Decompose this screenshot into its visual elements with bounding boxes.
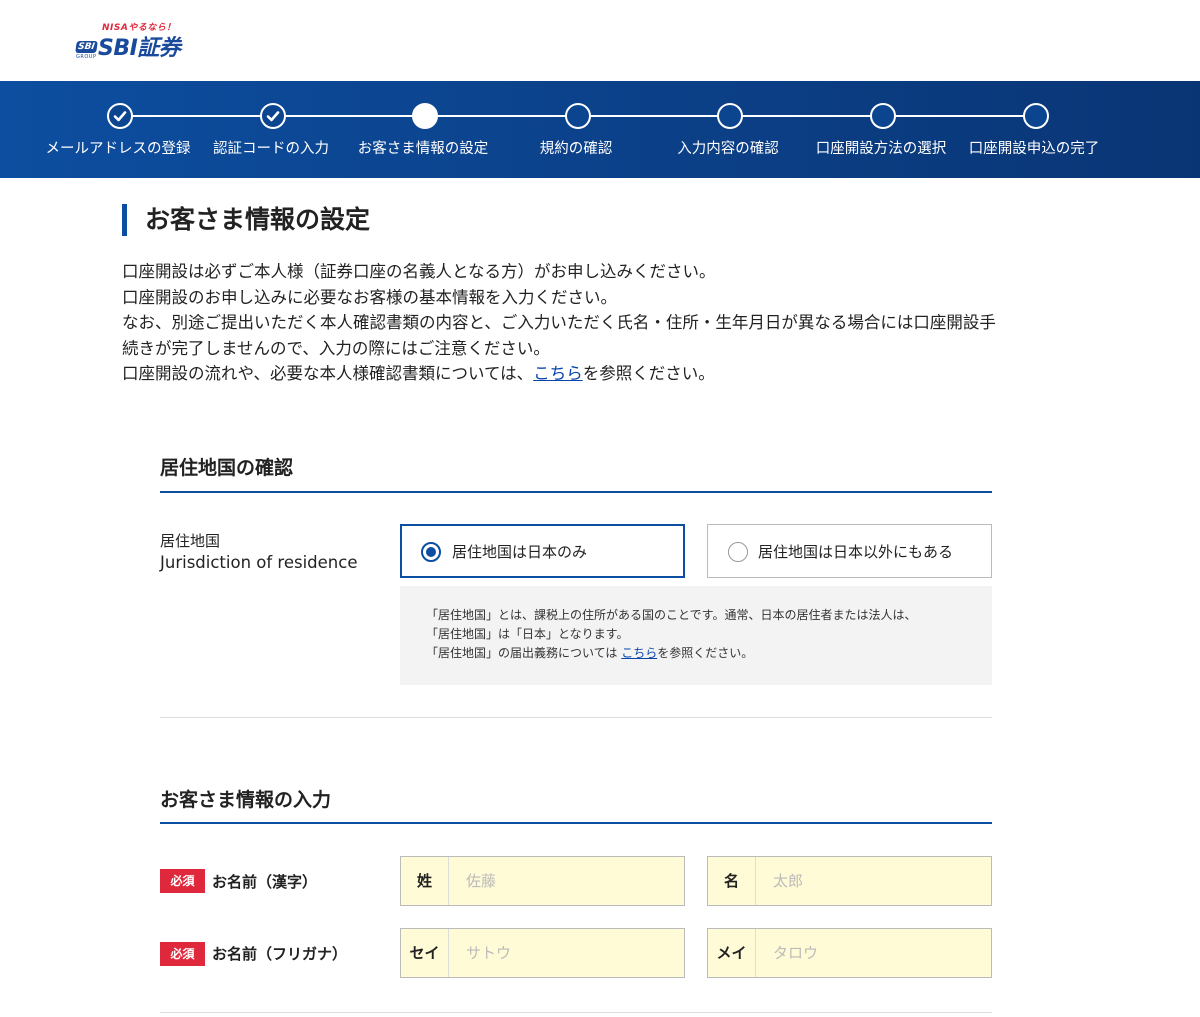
field-prefix: 姓 — [401, 857, 449, 905]
logo-text: SBI証券 — [98, 36, 181, 61]
first-name-kanji-field: 名 — [707, 856, 992, 906]
radio-label: 居住地国は日本のみ — [452, 543, 588, 561]
section-divider — [160, 717, 992, 718]
radio-other-countries[interactable]: 居住地国は日本以外にもある — [707, 524, 992, 578]
pending-step-dot — [1023, 103, 1049, 129]
step-label: お客さま情報の設定 — [357, 141, 489, 157]
last-name-kana-field: セイ — [400, 928, 685, 978]
progress-stepper: メールアドレスの登録 認証コードの入力 お客さま情報の設定 規約の確認 入力内容… — [0, 81, 1200, 178]
residence-note: 「居住地国」とは、課税上の住所がある国のことです。通常、日本の居住者または法人は… — [400, 586, 992, 685]
step-label: 口座開設申込の完了 — [968, 141, 1100, 157]
note-line: 「居住地国」とは、課税上の住所がある国のことです。通常、日本の居住者または法人は… — [426, 608, 917, 622]
pending-step-dot — [717, 103, 743, 129]
residence-field-label: 居住地国 Jurisdiction of residence — [160, 532, 358, 572]
intro-line: 口座開設のお申し込みに必要なお客様の基本情報を入力ください。 — [122, 287, 617, 307]
radio-selected-icon[interactable] — [421, 542, 441, 562]
last-name-kanji-input[interactable] — [449, 857, 679, 905]
step-label: 認証コードの入力 — [213, 141, 329, 157]
required-badge: 必須 — [160, 942, 205, 966]
name-kanji-label: お名前（漢字） — [212, 873, 318, 891]
radio-japan-only[interactable]: 居住地国は日本のみ — [400, 524, 685, 578]
note-line: 「居住地国」は「日本」となります。 — [426, 627, 629, 641]
section-divider — [160, 1012, 992, 1013]
intro-line: 続きが完了しませんので、入力の際にはご注意ください。 — [122, 338, 550, 358]
step-label: メールアドレスの登録 — [45, 141, 191, 157]
sbi-group-mark: SBI GROUP — [75, 41, 98, 60]
step-label: 口座開設方法の選択 — [815, 141, 947, 157]
page-title: お客さま情報の設定 — [122, 204, 370, 236]
intro-line: 口座開設は必ずご本人様（証券口座の名義人となる方）がお申し込みください。 — [122, 262, 716, 281]
intro-line: 口座開設の流れや、必要な本人様確認書類については、こちらを参照ください。 — [122, 364, 715, 383]
first-name-kana-field: メイ — [707, 928, 992, 978]
check-icon — [260, 103, 286, 129]
site-header: NISAやるなら！ SBI GROUP SBI証券 — [0, 0, 1200, 81]
section-heading-residence: 居住地国の確認 — [160, 453, 992, 493]
field-prefix: 名 — [708, 857, 756, 905]
sbi-logo[interactable]: NISAやるなら！ SBI GROUP SBI証券 — [75, 20, 188, 61]
name-kana-label: お名前（フリガナ） — [212, 945, 348, 963]
step-label: 規約の確認 — [539, 141, 613, 157]
radio-unselected-icon[interactable] — [728, 542, 748, 562]
current-step-dot — [412, 103, 438, 129]
step-label: 入力内容の確認 — [677, 141, 779, 157]
intro-text: 口座開設は必ずご本人様（証券口座の名義人となる方）がお申し込みください。 口座開… — [122, 259, 1082, 387]
guide-link[interactable]: こちら — [533, 364, 583, 383]
radio-label: 居住地国は日本以外にもある — [758, 543, 954, 561]
first-name-kana-input[interactable] — [756, 929, 986, 977]
pending-step-dot — [870, 103, 896, 129]
note-line: 「居住地国」の届出義務については こちらを参照ください。 — [426, 646, 754, 660]
field-prefix: セイ — [401, 929, 449, 977]
intro-line: なお、別途ご提出いただく本人確認書類の内容と、ご入力いただく氏名・住所・生年月日… — [122, 313, 996, 332]
field-prefix: メイ — [708, 929, 756, 977]
check-icon — [107, 103, 133, 129]
required-badge: 必須 — [160, 869, 205, 893]
last-name-kana-input[interactable] — [449, 929, 679, 977]
reporting-obligation-link[interactable]: こちら — [621, 646, 657, 660]
pending-step-dot — [565, 103, 591, 129]
last-name-kanji-field: 姓 — [400, 856, 685, 906]
first-name-kanji-input[interactable] — [756, 857, 986, 905]
section-heading-customer: お客さま情報の入力 — [160, 785, 992, 824]
